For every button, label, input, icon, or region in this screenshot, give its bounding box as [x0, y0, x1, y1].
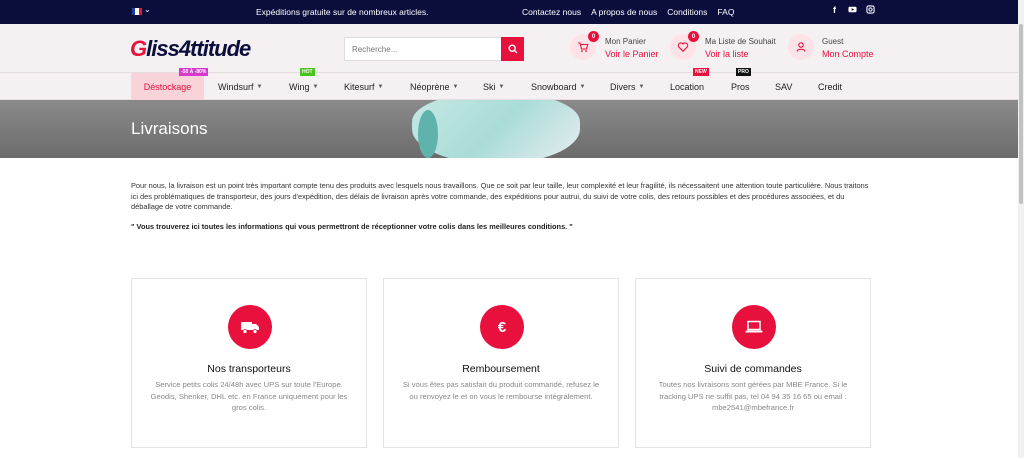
- card-title: Suivi de commandes: [704, 363, 802, 375]
- nav-item-pros[interactable]: PRO Pros: [731, 68, 751, 100]
- hot-tag: HOT: [300, 68, 315, 76]
- card-text: Toutes nos livraisons sont gérées par MB…: [658, 380, 848, 412]
- page-hero: Livraisons: [0, 100, 1024, 158]
- wishlist-button[interactable]: 0: [670, 31, 699, 60]
- site-logo[interactable]: Gliss4ttitude: [130, 36, 251, 62]
- account-title: Guest: [822, 37, 844, 46]
- social-links: f: [830, 5, 875, 16]
- pro-tag: PRO: [736, 68, 751, 76]
- nav-label: Wing: [289, 81, 310, 92]
- nav-item-divers[interactable]: Divers ▼: [610, 73, 644, 100]
- cart-link[interactable]: Voir le Panier: [605, 49, 659, 59]
- nav-label: Ski: [483, 81, 496, 92]
- chevron-down-icon: ▼: [452, 83, 459, 90]
- nav-item-wing[interactable]: HOT Wing ▼: [289, 68, 319, 100]
- new-tag: NEW: [693, 68, 709, 76]
- card-transporteurs: Nos transporteurs Service petits colis 2…: [131, 278, 367, 448]
- nav-item-kitesurf[interactable]: Kitesurf ▼: [344, 73, 383, 100]
- card-text: Si vous êtes pas satisfait du produit co…: [402, 380, 600, 401]
- nav-item-sav[interactable]: SAV: [775, 73, 792, 100]
- card-title: Nos transporteurs: [207, 363, 291, 375]
- chevron-down-icon: ▼: [312, 83, 319, 90]
- chevron-down-icon: ▼: [579, 83, 586, 90]
- wishlist-count-badge: 0: [688, 31, 699, 42]
- card-icon-circle: [732, 305, 776, 349]
- nav-label: Divers: [610, 81, 636, 92]
- chevron-down-icon: ▼: [498, 83, 505, 90]
- nav-label: Snowboard: [531, 81, 577, 92]
- nav-item-destockage[interactable]: -50 À -80% Déstockage: [131, 68, 209, 100]
- nav-item-credit[interactable]: Credit: [818, 73, 842, 100]
- page-title: Livraisons: [131, 119, 208, 138]
- nav-label: SAV: [775, 81, 793, 92]
- facebook-icon[interactable]: f: [830, 5, 839, 16]
- youtube-icon[interactable]: [848, 5, 857, 16]
- cart-title: Mon Panier: [605, 37, 646, 46]
- nav-label: Windsurf: [218, 81, 254, 92]
- euro-icon: €: [497, 318, 507, 336]
- nav-label: Location: [670, 81, 705, 92]
- site-header: Gliss4ttitude 0 Mon Panier Voir le Panie…: [0, 24, 1024, 73]
- promo-text: Expéditions gratuite sur de nombreux art…: [256, 7, 429, 17]
- intro-quote: " Vous trouverez ici toutes les informat…: [131, 222, 573, 231]
- user-icon: [796, 42, 806, 52]
- scrollbar-thumb[interactable]: [1019, 24, 1023, 204]
- link-about[interactable]: A propos de nous: [591, 7, 657, 17]
- link-faq[interactable]: FAQ: [717, 7, 734, 17]
- instagram-icon[interactable]: [866, 5, 875, 16]
- wishlist-link[interactable]: Voir la liste: [705, 49, 749, 59]
- card-remboursement: € Remboursement Si vous êtes pas satisfa…: [383, 278, 619, 448]
- top-bar: ⌄ Expéditions gratuite sur de nombreux a…: [0, 0, 1024, 24]
- account-link[interactable]: Mon Compte: [822, 49, 874, 59]
- intro-text: Pour nous, la livraison est un point trè…: [131, 181, 869, 211]
- cart-count-badge: 0: [588, 31, 599, 42]
- card-suivi: Suivi de commandes Toutes nos livraisons…: [635, 278, 871, 448]
- promo-tag: -50 À -80%: [179, 68, 209, 76]
- search-bar: [344, 37, 524, 61]
- cart-icon: [578, 42, 589, 52]
- nav-item-neoprene[interactable]: Néoprène ▼: [410, 73, 458, 100]
- link-contact[interactable]: Contactez nous: [522, 7, 581, 17]
- chevron-down-icon[interactable]: ⌄: [144, 5, 151, 14]
- nav-item-snowboard[interactable]: Snowboard ▼: [531, 73, 586, 100]
- chevron-down-icon: ▼: [377, 83, 384, 90]
- wishlist-title: Ma Liste de Souhait: [705, 37, 776, 46]
- main-nav: -50 À -80% Déstockage Windsurf ▼ HOT Wing…: [0, 68, 1024, 100]
- search-input[interactable]: [344, 37, 501, 61]
- heart-icon: [677, 42, 689, 52]
- card-text: Service petits colis 24/48h avec UPS sur…: [150, 380, 348, 412]
- nav-label: Kitesurf: [344, 81, 375, 92]
- link-conditions[interactable]: Conditions: [667, 7, 707, 17]
- hero-board-detail: [418, 110, 438, 158]
- chevron-down-icon: ▼: [638, 83, 645, 90]
- flag-fr-icon[interactable]: [132, 8, 142, 15]
- nav-item-ski[interactable]: Ski ▼: [483, 73, 504, 100]
- search-button[interactable]: [501, 37, 524, 61]
- logo-text: liss4ttitude: [146, 36, 251, 61]
- nav-item-windsurf[interactable]: Windsurf ▼: [218, 73, 262, 100]
- nav-label: Déstockage: [143, 81, 192, 92]
- nav-label: Néoprène: [410, 81, 450, 92]
- card-title: Remboursement: [462, 363, 540, 375]
- chevron-down-icon: ▼: [256, 83, 263, 90]
- card-icon-circle: [228, 305, 272, 349]
- card-icon-circle: €: [480, 305, 524, 349]
- nav-label: Pros: [731, 81, 750, 92]
- nav-item-location[interactable]: NEW Location: [670, 68, 709, 100]
- nav-label: Credit: [818, 81, 843, 92]
- page-scrollbar[interactable]: [1018, 0, 1024, 458]
- truck-icon: [241, 322, 259, 334]
- search-icon: [507, 44, 517, 54]
- cart-button[interactable]: 0: [570, 31, 599, 60]
- laptop-icon: [745, 320, 763, 333]
- top-links: Contactez nous A propos de nous Conditio…: [522, 7, 734, 17]
- account-button[interactable]: [788, 34, 814, 60]
